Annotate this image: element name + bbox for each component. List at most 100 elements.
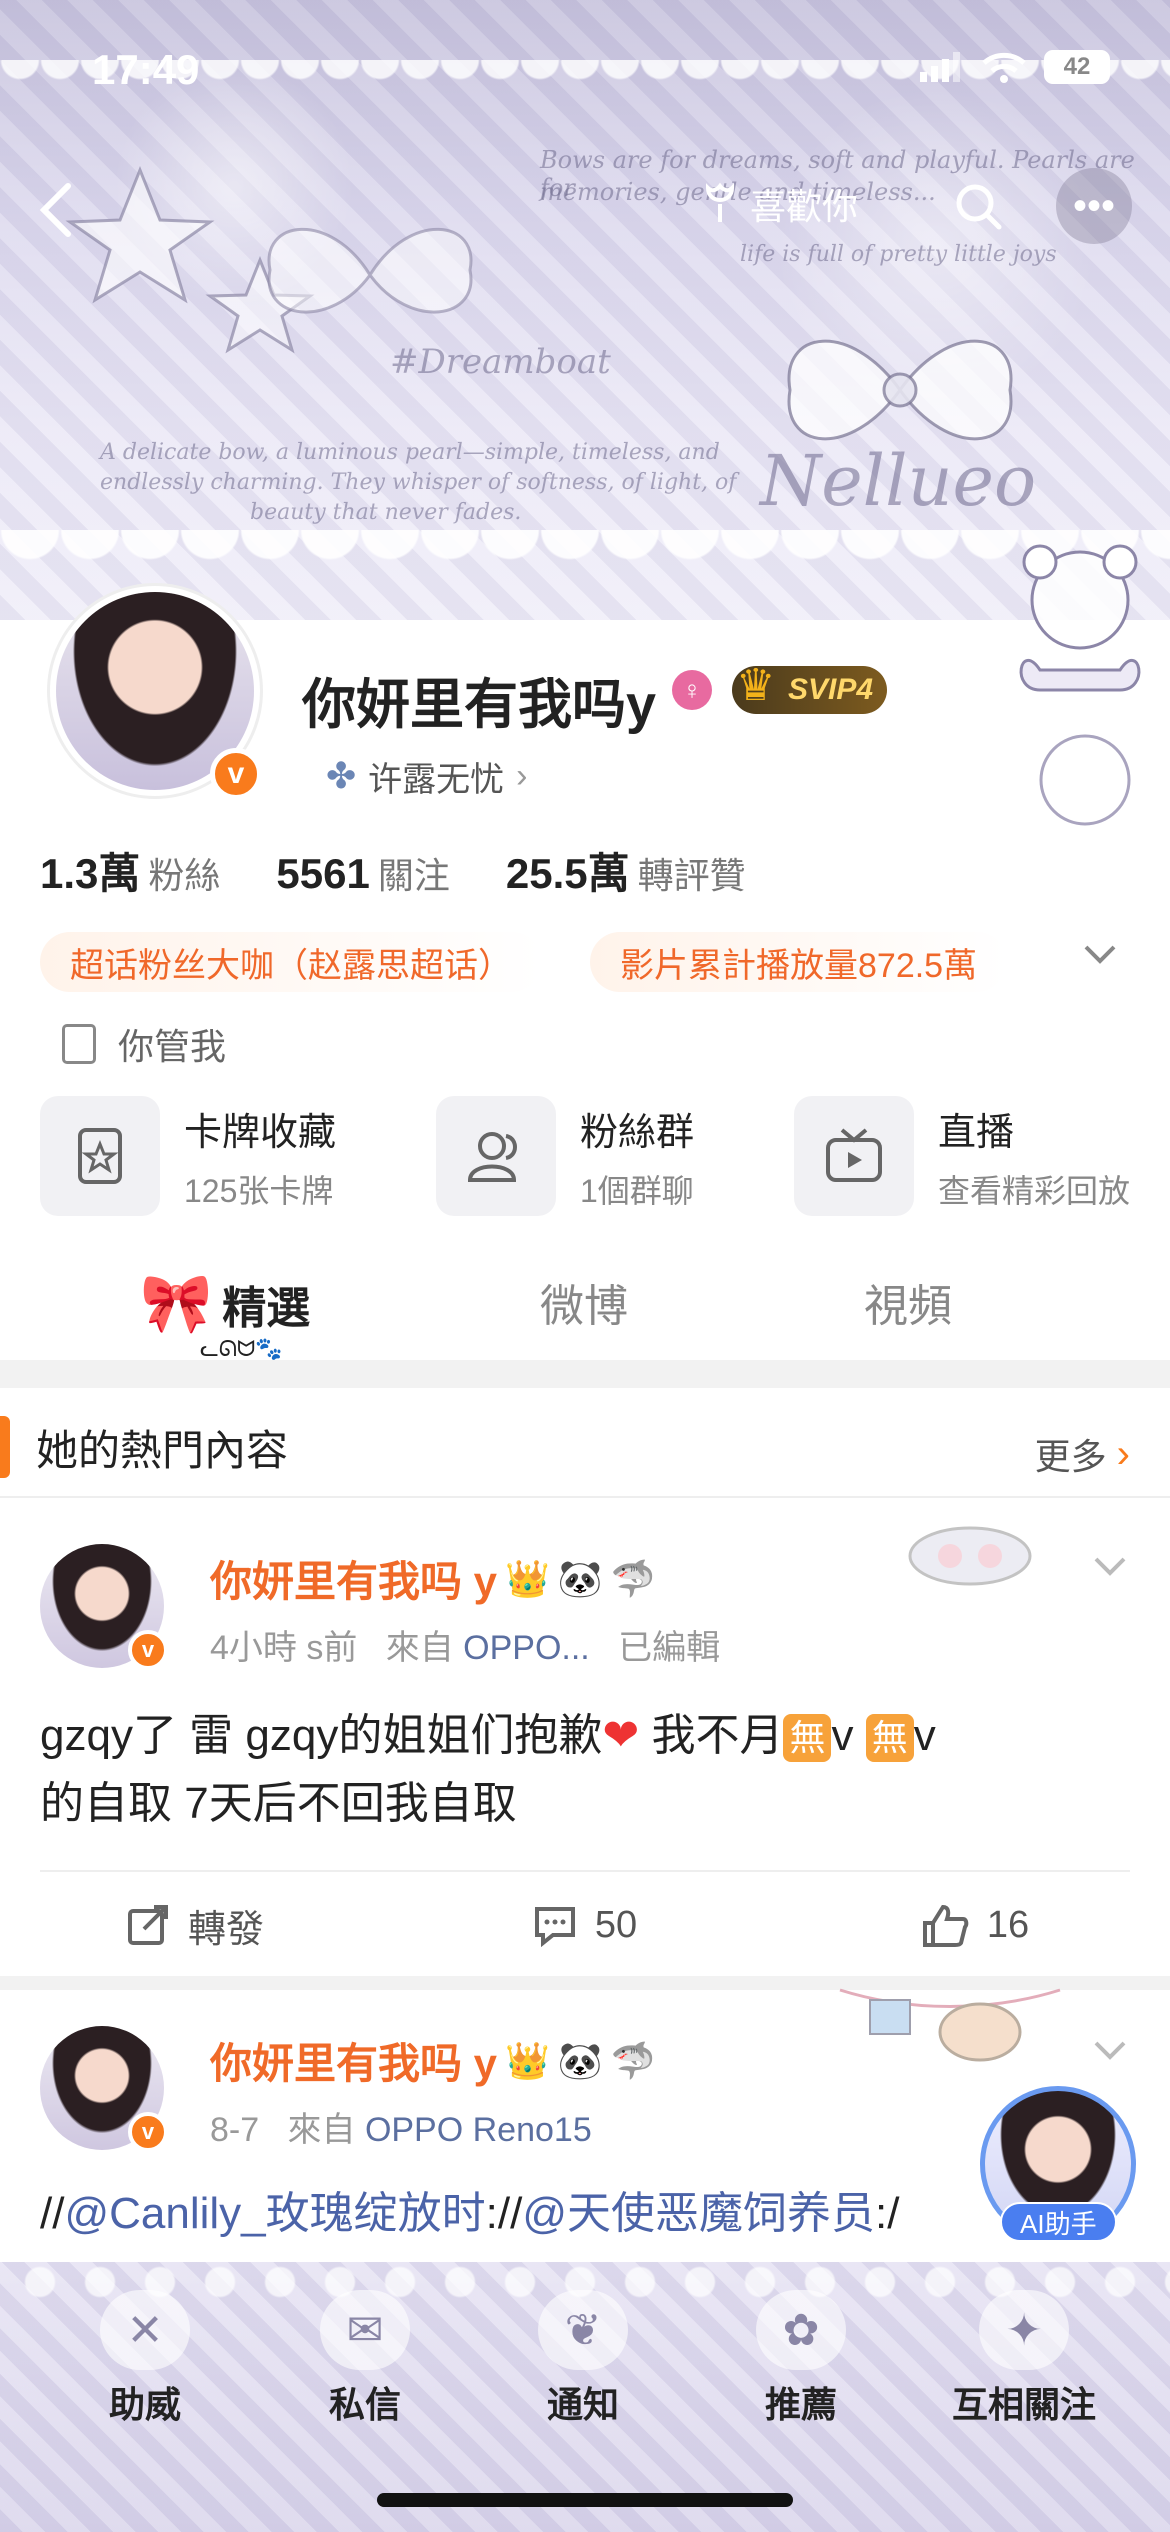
like-button[interactable]: 16 xyxy=(780,1890,1170,1960)
back-button[interactable] xyxy=(36,180,86,240)
entry-sub: 查看精彩回放 xyxy=(938,1172,1131,1209)
status-time: 17:49 xyxy=(92,46,200,93)
tab-label: 精選 xyxy=(222,1284,311,1333)
wu-badge-icon: 無 xyxy=(783,1714,832,1762)
bow-icon: 🎀 xyxy=(140,1271,213,1336)
banner-ribbon-decoration xyxy=(267,227,473,314)
wu-badge-icon: 無 xyxy=(865,1714,914,1762)
like-you-button[interactable]: 喜歡你 xyxy=(700,176,858,232)
post-text: v xyxy=(831,1711,866,1760)
svip-badge[interactable]: ♛ SVIP4 xyxy=(732,661,888,714)
search-button[interactable] xyxy=(940,168,1016,244)
sparkle-icon: ✦ xyxy=(979,2290,1069,2370)
profile-tabs: 🎀 精選 ᓚᘏᗢ🐾 微博 視頻 xyxy=(0,1240,1170,1361)
nav-notifications[interactable]: ❦ 通知 xyxy=(508,2290,658,2428)
crown-icon: ♛ xyxy=(736,661,776,710)
stat-following[interactable]: 5561 關注 xyxy=(276,847,449,899)
entry-card-collection[interactable]: 卡牌收藏 125张卡牌 xyxy=(40,1096,336,1216)
comment-count: 50 xyxy=(594,1903,638,1946)
tab-videos[interactable]: 視頻 xyxy=(864,1270,952,1334)
document-icon xyxy=(62,1024,96,1064)
post-options-button[interactable] xyxy=(1090,2030,1130,2075)
post-author[interactable]: 你妍里有我吗 y 👑 🐼 🦈 xyxy=(210,2030,656,2091)
chevron-down-icon xyxy=(1084,945,1116,964)
entry-sub: 1個群聊 xyxy=(580,1172,694,1209)
nav-cheer[interactable]: ✕ 助威 xyxy=(70,2290,220,2428)
post-options-button[interactable] xyxy=(1090,1546,1130,1591)
crown-icon: 👑 xyxy=(505,1557,550,1599)
post-text: gzqy了 雷 gzqy的姐姐们抱歉 xyxy=(40,1711,603,1760)
expand-tags-button[interactable] xyxy=(1080,934,1120,979)
post-text: :// xyxy=(485,2189,523,2238)
post-sticker-decoration xyxy=(880,1506,1050,1596)
clover-icon: ✤ xyxy=(326,755,357,796)
tag-video-plays[interactable]: 影片累計播放量872.5萬 xyxy=(590,932,1008,992)
female-icon: ♀ xyxy=(672,670,712,710)
nav-mutual-follow[interactable]: ✦ 互相關注 xyxy=(944,2290,1104,2428)
entry-live[interactable]: 直播 查看精彩回放 xyxy=(794,1096,1130,1216)
nav-label: 推薦 xyxy=(764,2384,837,2425)
chevron-down-icon xyxy=(1094,2041,1126,2060)
cheer-icon: ✕ xyxy=(100,2290,190,2370)
verified-badge: v xyxy=(128,2112,168,2152)
panda-icon: 🐼 xyxy=(557,2039,603,2081)
mention-link[interactable]: @天使恶魔饲养员 xyxy=(522,2189,875,2238)
post-text: 的自取 7天后不回我自取 xyxy=(40,1779,517,1828)
stat-followers[interactable]: 1.3萬 粉絲 xyxy=(40,840,220,901)
nav-label: 私信 xyxy=(328,2384,401,2425)
status-icons: 42 xyxy=(920,50,1110,84)
post-content[interactable]: //@Canlily_玫瑰绽放时://@天使恶魔饲养员:/ xyxy=(40,2180,1040,2248)
nav-messages[interactable]: ✉ 私信 xyxy=(290,2290,440,2428)
banner-deco-text: endlessly charming. They whisper of soft… xyxy=(100,470,737,495)
profile-username: 你妍里有我吗y xyxy=(302,675,657,735)
like-count: 16 xyxy=(986,1903,1030,1946)
post-content[interactable]: gzqy了 雷 gzqy的姐姐们抱歉❤ 我不月無 v 無v 的自取 7天后不回我自… xyxy=(40,1702,1140,1838)
author-name: 你妍里有我吗 y xyxy=(210,2040,498,2087)
post-meta: 4小時 s前 來自 OPPO... 已編輯 xyxy=(210,1620,720,1669)
profile-bio: 你管我 xyxy=(62,1018,226,1070)
bow-icon: ❦ xyxy=(538,2290,628,2370)
entry-sub: 125张卡牌 xyxy=(184,1172,334,1209)
nav-label: 通知 xyxy=(546,2384,619,2425)
chevron-right-icon: › xyxy=(1116,1431,1130,1476)
hot-content-header: 她的熱門內容 xyxy=(0,1400,1170,1494)
repost-button[interactable]: 轉發 xyxy=(0,1890,390,1960)
chevron-down-icon xyxy=(1094,1557,1126,1576)
entry-fan-groups[interactable]: 粉絲群 1個群聊 xyxy=(436,1096,694,1216)
entry-title: 粉絲群 xyxy=(580,1111,695,1154)
chevron-right-icon: › xyxy=(516,756,528,795)
bunny-icon: ✿ xyxy=(756,2290,846,2370)
more-label: 更多 xyxy=(1034,1436,1107,1477)
tag-super-topic[interactable]: 超话粉丝大咖（赵露思超话） xyxy=(40,932,542,992)
crown-icon: 👑 xyxy=(505,2039,550,2081)
fan-group-label: 许露无忧 xyxy=(368,760,505,799)
post-source[interactable]: OPPO... xyxy=(463,1629,590,1667)
mention-link[interactable]: @Canlily_玫瑰绽放时 xyxy=(64,2189,485,2238)
stat-interactions[interactable]: 25.5萬 轉評贊 xyxy=(506,840,746,901)
section-divider xyxy=(0,1360,1170,1388)
more-button[interactable]: 更多 › xyxy=(1035,1428,1130,1480)
comment-button[interactable]: 50 xyxy=(390,1890,780,1960)
post-sticker-decoration xyxy=(830,1982,1070,2072)
more-button[interactable]: ••• xyxy=(1056,168,1132,244)
entry-title: 直播 xyxy=(938,1111,1015,1154)
banner-bow-decoration xyxy=(787,339,1013,441)
svip-label: SVIP4 xyxy=(788,673,874,706)
home-indicator[interactable] xyxy=(377,2493,793,2507)
group-icon xyxy=(436,1096,556,1216)
banner-deco-text: beauty that never fades. xyxy=(250,500,522,525)
post-actions: 轉發 50 16 xyxy=(0,1890,1170,1960)
post-source-prefix: 來自 xyxy=(287,2111,356,2149)
post-author[interactable]: 你妍里有我吗 y 👑 🐼 🦈 xyxy=(210,1548,656,1609)
stat-value: 25.5萬 xyxy=(505,850,630,897)
tab-featured[interactable]: 🎀 精選 xyxy=(140,1270,310,1338)
verified-badge: v xyxy=(128,1630,168,1670)
comment-icon xyxy=(534,1907,575,1947)
ai-assistant-button[interactable]: AI助手 xyxy=(1000,2202,1117,2242)
profile-stats: 1.3萬 粉絲 5561 關注 25.5萬 轉評贊 xyxy=(40,840,746,901)
fan-group-pill[interactable]: ✤ 许露无忧 › xyxy=(302,746,556,806)
nav-recommend[interactable]: ✿ 推薦 xyxy=(726,2290,876,2428)
shark-icon: 🦈 xyxy=(610,2039,656,2081)
tab-weibo[interactable]: 微博 xyxy=(540,1270,628,1334)
post-source[interactable]: OPPO Reno15 xyxy=(365,2111,592,2149)
